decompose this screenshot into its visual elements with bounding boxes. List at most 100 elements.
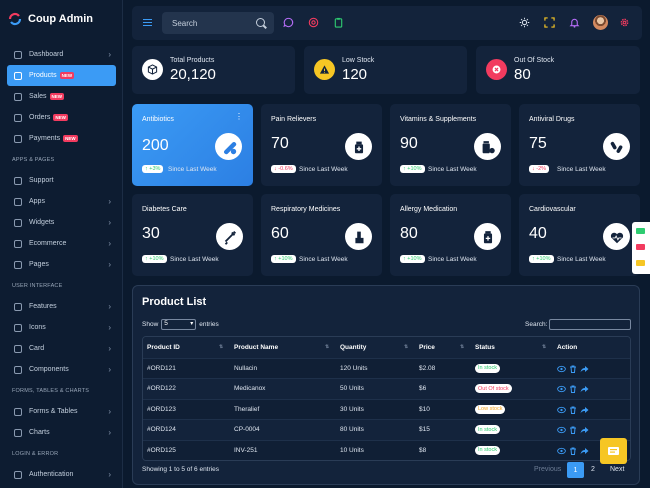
dock-money-icon[interactable] — [636, 228, 645, 234]
sidebar-item-card[interactable]: Card › — [0, 338, 123, 359]
delete-icon[interactable] — [569, 447, 577, 455]
sidebar-item-components[interactable]: Components › — [0, 359, 123, 380]
share-icon[interactable] — [580, 365, 589, 373]
since-label: Since Last Week — [168, 166, 217, 173]
sidebar-item-pages[interactable]: Pages › — [0, 254, 123, 275]
more-options-icon[interactable]: ⋮ — [235, 113, 243, 121]
row-actions — [557, 385, 589, 393]
sidebar-item-support[interactable]: Support — [0, 170, 123, 191]
category-card-diabetes-care[interactable]: Diabetes Care 30 ↑ +10% Since Last Week — [132, 194, 253, 276]
sidebar-item-dashboard[interactable]: Dashboard › — [0, 44, 123, 65]
column-header-product-name[interactable]: Product Name — [234, 344, 278, 351]
nav-section-user-interface: USER INTERFACE — [12, 282, 63, 289]
status-badge: In stock — [475, 445, 500, 455]
sidebar-item-orders[interactable]: Orders NEW — [0, 107, 123, 128]
at-sign-icon[interactable] — [308, 17, 319, 28]
cell-price: $10 — [419, 405, 430, 413]
category-value: 200 — [142, 137, 169, 154]
share-icon[interactable] — [580, 406, 589, 414]
status-badge: Low stock — [475, 404, 506, 414]
row-actions — [557, 447, 589, 455]
sidebar-item-label: Sales — [29, 93, 47, 100]
search-icon[interactable] — [256, 18, 265, 27]
sidebar-item-ecommerce[interactable]: Ecommerce › — [0, 233, 123, 254]
status-badge: Out Of stock — [475, 384, 512, 394]
pagination-previous[interactable]: Previous — [534, 466, 561, 473]
delete-icon[interactable] — [569, 426, 577, 434]
share-icon[interactable] — [580, 426, 589, 434]
chat-icon[interactable] — [283, 17, 294, 28]
sidebar-item-features[interactable]: Features › — [0, 296, 123, 317]
cell-name: Nullacin — [234, 364, 258, 372]
fullscreen-icon[interactable] — [544, 17, 555, 28]
sidebar-item-sales[interactable]: Sales NEW — [0, 86, 123, 107]
pagination-page-2[interactable]: 2 — [591, 466, 595, 473]
dock-chart-icon[interactable] — [636, 244, 645, 250]
product-list-title: Product List — [142, 296, 207, 308]
sort-icon[interactable]: ⇅ — [542, 344, 546, 350]
view-icon[interactable] — [557, 365, 566, 373]
share-icon[interactable] — [580, 385, 589, 393]
sidebar-item-products[interactable]: Products NEW — [7, 65, 116, 86]
ecommerce-icon — [14, 239, 22, 248]
category-card-antibiotics[interactable]: Antibiotics ⋮ 200 ↑ +3% Since Last Week — [132, 104, 253, 186]
category-card-antiviral-drugs[interactable]: Antiviral Drugs 75 ↓ -2% Since Last Week — [519, 104, 640, 186]
sort-icon[interactable]: ⇅ — [460, 344, 464, 350]
view-icon[interactable] — [557, 406, 566, 414]
category-card-respiratory-medicines[interactable]: Respiratory Medicines 60 ↑ +10% Since Last … — [261, 194, 382, 276]
change-badge: ↑ +3% — [142, 165, 164, 173]
theme-sun-icon[interactable] — [519, 17, 530, 28]
view-icon[interactable] — [557, 447, 566, 455]
avatar[interactable] — [593, 15, 608, 30]
sidebar-item-label: Forms & Tables — [29, 408, 78, 415]
sidebar-item-label: Support — [29, 177, 54, 184]
widgets-icon — [14, 218, 22, 227]
delete-icon[interactable] — [569, 406, 577, 414]
share-icon[interactable] — [580, 447, 589, 455]
sidebar-item-icons[interactable]: Icons › — [0, 317, 123, 338]
dock-card-icon[interactable] — [636, 260, 645, 266]
pagination-page-1[interactable]: 1 — [567, 462, 584, 478]
sidebar-item-forms-tables[interactable]: Forms & Tables › — [0, 401, 123, 422]
menu-toggle-icon[interactable] — [143, 19, 152, 26]
category-value: 70 — [271, 135, 289, 152]
chevron-right-icon: › — [108, 365, 111, 374]
sidebar-item-authentication[interactable]: Authentication › — [0, 464, 123, 485]
column-header-quantity[interactable]: Quantity — [340, 344, 366, 351]
category-value: 30 — [142, 225, 160, 242]
sidebar-item-label: Card — [29, 345, 45, 352]
floating-action-button[interactable] — [600, 438, 627, 464]
sort-icon[interactable]: ⇅ — [219, 344, 223, 350]
sort-icon[interactable]: ⇅ — [404, 344, 408, 350]
notification-bell-icon[interactable] — [569, 17, 580, 28]
sort-icon[interactable]: ⇅ — [325, 344, 329, 350]
sidebar-item-apps[interactable]: Apps › — [0, 191, 123, 212]
delete-icon[interactable] — [569, 365, 577, 373]
column-header-product-id[interactable]: Product ID — [147, 344, 180, 351]
sidebar-item-payments[interactable]: Payments NEW — [0, 128, 123, 149]
page-size-select[interactable]: 5 — [161, 319, 197, 330]
pagination-next[interactable]: Next — [610, 466, 624, 473]
clipboard-icon[interactable] — [333, 17, 344, 28]
view-icon[interactable] — [557, 385, 566, 393]
category-card-cardiovascular[interactable]: Cardiovascular 40 ↑ +10% Since Last Week — [519, 194, 640, 276]
view-icon[interactable] — [557, 426, 566, 434]
category-card-allergy-medication[interactable]: Allergy Medication 80 ↑ +10% Since Last Wee… — [390, 194, 511, 276]
delete-icon[interactable] — [569, 385, 577, 393]
sidebar-item-label: Products — [29, 72, 57, 79]
column-header-status[interactable]: Status — [475, 344, 495, 351]
change-badge: ↓ -0.6% — [271, 165, 296, 173]
table-search-label: Search: — [525, 321, 548, 328]
chevron-right-icon: › — [108, 428, 111, 437]
brand[interactable]: Coup Admin — [7, 10, 93, 28]
category-card-pain-relievers[interactable]: Pain Relievers 70 ↓ -0.6% Since Last Week — [261, 104, 382, 186]
category-card-vitamins-supplements[interactable]: Vitamins & Supplements 90 ↑ +10% Since Last… — [390, 104, 511, 186]
column-header-price[interactable]: Price — [419, 344, 435, 351]
table-search-input[interactable] — [549, 319, 631, 330]
gear-icon[interactable] — [619, 17, 630, 28]
category-value: 90 — [400, 135, 418, 152]
column-header-action[interactable]: Action — [557, 344, 577, 351]
since-label: Since Last Week — [428, 256, 477, 263]
sidebar-item-charts[interactable]: Charts › — [0, 422, 123, 443]
sidebar-item-widgets[interactable]: Widgets › — [0, 212, 123, 233]
